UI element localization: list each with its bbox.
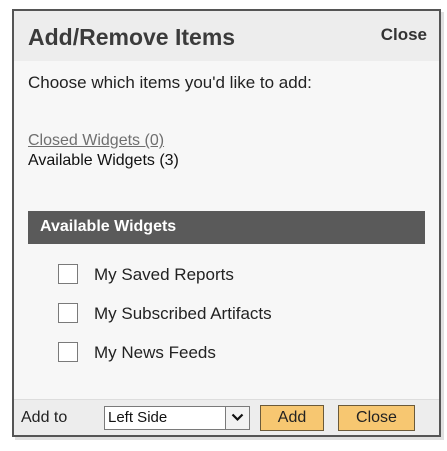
closed-widgets-link[interactable]: Closed Widgets (0): [28, 132, 164, 150]
widget-label: My Subscribed Artifacts: [94, 304, 272, 323]
widget-item-my-subscribed-artifacts[interactable]: My Subscribed Artifacts: [58, 302, 272, 341]
checkbox[interactable]: [58, 264, 78, 284]
widget-item-my-saved-reports[interactable]: My Saved Reports: [58, 263, 272, 302]
dialog-title: Add/Remove Items: [28, 24, 236, 50]
widget-label: My Saved Reports: [94, 265, 234, 284]
dialog-body: Choose which items you'd like to add: Cl…: [14, 61, 439, 399]
intro-text: Choose which items you'd like to add:: [28, 73, 312, 92]
add-to-label: Add to: [21, 409, 68, 426]
chevron-down-icon: [231, 413, 244, 422]
available-widgets-link[interactable]: Available Widgets (3): [28, 152, 179, 170]
header-close-link[interactable]: Close: [381, 25, 427, 45]
section-header-available-widgets: Available Widgets: [28, 211, 425, 244]
position-select[interactable]: Left Side: [104, 406, 250, 430]
dialog-footer: Add to Left Side Add Close: [14, 399, 439, 435]
dialog-header: Add/Remove Items Close: [14, 11, 439, 61]
widget-label: My News Feeds: [94, 343, 216, 362]
checkbox[interactable]: [58, 342, 78, 362]
widget-list: My Saved Reports My Subscribed Artifacts…: [58, 263, 272, 380]
close-button[interactable]: Close: [338, 405, 415, 431]
checkbox[interactable]: [58, 303, 78, 323]
add-remove-items-dialog: Add/Remove Items Close Choose which item…: [12, 9, 441, 437]
select-arrow-button[interactable]: [225, 407, 249, 429]
widget-item-my-news-feeds[interactable]: My News Feeds: [58, 341, 272, 380]
add-button[interactable]: Add: [260, 405, 324, 431]
position-select-value: Left Side: [108, 409, 168, 426]
